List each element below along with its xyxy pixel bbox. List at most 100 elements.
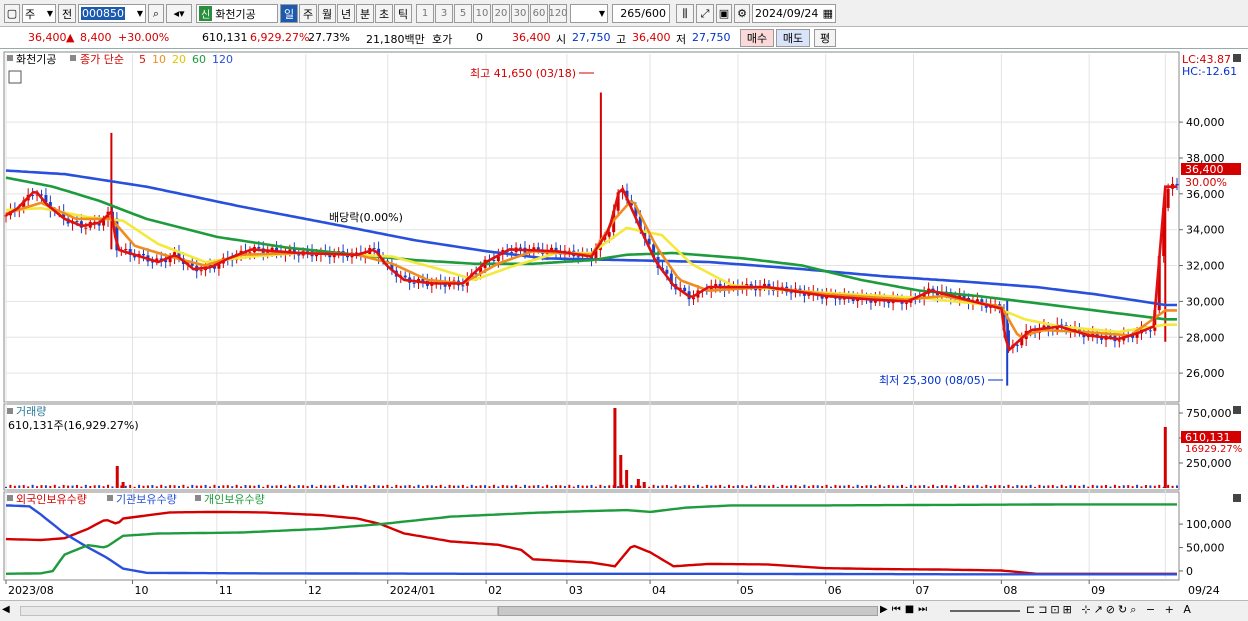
volume-bar [102,486,105,488]
x-tick-label: 02 [488,584,502,597]
volume-spike [1163,426,1167,488]
volume-bar [617,486,620,488]
legend-marker [7,408,13,414]
volume-bar [887,485,890,488]
volume-bar [648,486,651,488]
x-tick-label: 05 [740,584,754,597]
candle-body [288,249,292,252]
interval-button-0[interactable]: 1 [416,4,434,23]
volume-bar [1011,486,1014,488]
volume-bar [1078,485,1081,488]
period-button-4[interactable]: 분 [356,4,374,23]
volume-tag-pct: 16929.27% [1185,444,1242,455]
volume-bar [448,484,451,488]
volume-bar [1149,485,1152,488]
type-select[interactable]: 주 ▼ [22,4,56,23]
volume-bar [719,484,722,488]
chart-tool-icon[interactable]: ⫼ [676,4,694,23]
date-input[interactable]: 2024/09/24 ▦ [752,4,836,23]
volume-bar [213,484,216,488]
volume-bar [439,484,442,488]
scroll-left-icon[interactable]: ◀ [2,604,16,618]
interval-button-4[interactable]: 20 [492,4,510,23]
period-button-5[interactable]: 초 [375,4,393,23]
price-panel-close-icon[interactable] [1233,54,1241,62]
volume-bar [701,486,704,488]
volume-bar [58,486,61,488]
volume-bar [568,484,571,488]
volume-bar [408,485,411,488]
gear-icon[interactable]: ⚙ [734,4,750,23]
volume-bar [328,485,331,488]
volume-panel-close-icon[interactable] [1233,406,1241,414]
prev-button[interactable]: 전 [58,4,76,23]
volume-bar [177,485,180,488]
scroll-controls[interactable]: ▶⏮■⏭ [880,604,931,615]
volume-bar [368,486,371,488]
volume-bar [240,486,243,488]
stock-name-box[interactable]: 신 화천기공 [196,4,278,23]
speaker-icon[interactable]: ◂▾ [166,4,192,23]
volume-bar [1140,486,1143,488]
volume-bar [1051,485,1054,488]
interval-button-1[interactable]: 3 [435,4,453,23]
chevron-down-icon: ▼ [136,9,143,18]
zoom-slider[interactable] [950,610,1020,612]
grid-toggle-icon[interactable] [8,70,22,84]
chart-canvas[interactable]: 26,00028,00030,00032,00034,00036,00038,0… [0,50,1248,600]
interval-button-5[interactable]: 30 [511,4,529,23]
volume-bar [608,485,611,488]
volume-bar [803,484,806,488]
volume-bar [346,485,349,488]
period-button-1[interactable]: 주 [299,4,317,23]
average-button[interactable]: 평 [814,29,836,47]
period-button-3[interactable]: 년 [337,4,355,23]
interval-custom-select[interactable]: ▼ [570,4,608,23]
price-axis: 26,00028,00030,00032,00034,00036,00038,0… [1179,116,1225,380]
interval-button-7[interactable]: 120 [548,4,568,23]
candle-body [1175,183,1179,186]
volume-bar [49,485,52,488]
volume-bar [359,486,362,488]
volume-bar [399,485,402,488]
buy-button[interactable]: 매수 [740,29,774,47]
interval-button-2[interactable]: 5 [454,4,472,23]
drawing-tools[interactable]: ⊏⊐⊡⊞ ⊹↗⊘↻⌕ − + A [1026,603,1194,617]
period-button-6[interactable]: 틱 [394,4,412,23]
x-tick-label: 2024/01 [390,584,436,597]
chart-area[interactable]: 26,000 28,000 30,000 32,000 34,000 36,000 38,0… [0,50,1248,600]
x-tick-label: 2023/08 [8,584,54,597]
save-icon[interactable]: ▣ [716,4,732,23]
stock-code-input[interactable]: 000850 ▼ [78,4,146,23]
count-input[interactable]: 265/600 [612,4,670,23]
volume-bar [532,485,535,488]
scrollbar-thumb[interactable] [498,606,878,616]
stock-name: 화천기공 [215,7,256,21]
search-icon[interactable]: ⌕ [148,4,164,23]
volume-bar [767,485,770,488]
crosshair-icon[interactable]: ⤢ [696,4,714,23]
holdings-panel-close-icon[interactable] [1233,494,1241,502]
interval-button-3[interactable]: 10 [473,4,491,23]
volume-bar [852,486,855,488]
volume-bar [257,484,260,488]
count-value: 265 [620,7,642,20]
x-tick-label: 07 [916,584,930,597]
date-value: 2024/09/24 [755,7,819,20]
interval-button-6[interactable]: 60 [530,4,548,23]
period-button-0[interactable]: 일 [280,4,298,23]
scrollbar-track[interactable] [20,606,498,616]
volume-bar [319,484,322,488]
volume-bar [586,485,589,488]
volume-bar [1109,486,1112,488]
volume-bar [1153,485,1156,488]
volume-bar [657,485,660,488]
window-icon[interactable]: ▢ [4,4,20,23]
volume-bar [1060,484,1063,488]
volume-bar [280,485,283,488]
sell-button[interactable]: 매도 [776,29,810,47]
period-button-2[interactable]: 월 [318,4,336,23]
volume-bar [989,485,992,488]
volume-bar [812,485,815,488]
volume-bar [390,486,393,488]
